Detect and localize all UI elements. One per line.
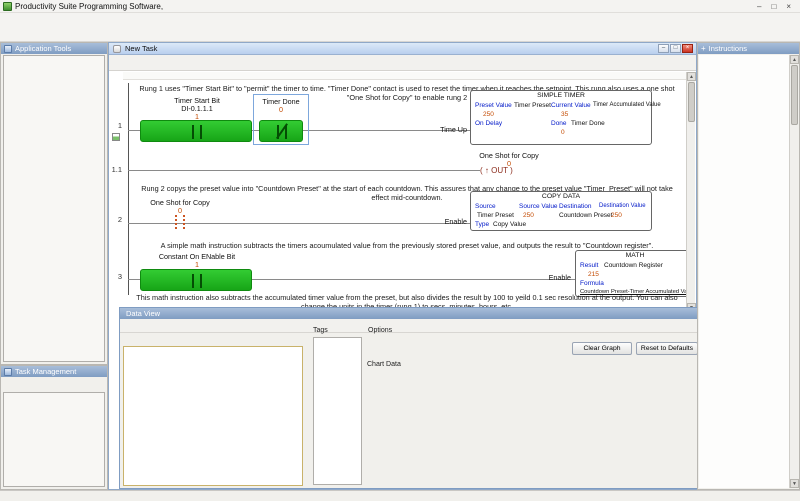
rung-1-1-wire <box>128 170 480 171</box>
instructions-header: + Instructions <box>698 43 799 54</box>
math-box[interactable]: MATH Result Countdown Register 215 Formu… <box>575 250 687 297</box>
instructions-scrollbar[interactable]: ▲ ▼ <box>789 55 799 488</box>
new-task-close-button[interactable]: × <box>682 44 693 53</box>
copy-data-box[interactable]: COPY DATA Source Source Value Destinatio… <box>470 191 652 231</box>
panel-icon <box>4 367 12 376</box>
contact-one-shot-value: 0 <box>178 206 182 215</box>
simple-timer-title: SIMPLE TIMER <box>537 92 585 99</box>
task-management-toolbar <box>1 377 107 391</box>
no-contact-timer-start-bit[interactable] <box>140 120 252 142</box>
minimize-button[interactable]: – <box>757 2 761 11</box>
new-task-titlebar: New Task – □ × <box>109 43 696 55</box>
no-contact-constant-on[interactable] <box>140 269 252 291</box>
data-view-title: Data View <box>126 309 161 318</box>
simple-timer-box[interactable]: SIMPLE TIMER Preset Value Timer Preset C… <box>470 90 661 145</box>
instructions-panel: + Instructions ▲ ▼ <box>697 42 800 490</box>
new-task-restore-button[interactable]: □ <box>670 44 681 53</box>
clear-graph-button[interactable]: Clear Graph <box>572 342 632 355</box>
enable-label: Enable <box>444 217 467 226</box>
new-task-minimize-button[interactable]: – <box>658 44 669 53</box>
time-up-label: Time Up <box>440 125 467 134</box>
nc-contact-timer-done[interactable] <box>259 120 303 142</box>
out-coil[interactable]: ( ↑ OUT ) <box>480 166 513 175</box>
task-management-panel: Task Management <box>0 365 108 490</box>
rung-2-number: 2 <box>117 215 122 224</box>
data-view-titlebar: Data View <box>120 308 697 319</box>
copy-data-title: COPY DATA <box>541 193 581 200</box>
task-tree <box>3 392 105 487</box>
data-view-panel: Data View Tags Options Clear Graph Reset… <box>119 307 698 489</box>
ladder-editor[interactable]: 1 1.1 2 3 Rung 1 uses "Timer Start Bit" … <box>109 81 687 313</box>
rung-1-number: 1 <box>117 121 122 130</box>
title-bar: Productivity Suite Programming Software,… <box>0 0 800 13</box>
left-power-rail <box>128 83 129 295</box>
instructions-title: Instructions <box>708 44 748 53</box>
tag-table <box>123 346 303 486</box>
column-ruler <box>123 72 686 80</box>
ladder-toolbar <box>109 55 696 71</box>
panel-icon <box>4 44 12 53</box>
tags-label: Tags <box>313 327 328 334</box>
close-button[interactable]: × <box>786 2 791 11</box>
options-label: Options <box>368 327 393 334</box>
trend-chart[interactable] <box>366 370 697 487</box>
contact-constant-on-value: 1 <box>195 260 199 269</box>
window-title: Productivity Suite Programming Software, <box>15 1 164 11</box>
task-management-header: Task Management <box>1 366 107 377</box>
application-tools-panel: Application Tools <box>0 42 108 365</box>
edit-cursor-icon <box>112 133 120 141</box>
application-tools-title: Application Tools <box>15 44 72 53</box>
task-management-title: Task Management <box>15 367 77 376</box>
chart-data-label: Chart Data <box>367 361 401 368</box>
tags-list <box>313 337 362 485</box>
instructions-list <box>699 55 791 488</box>
new-task-title: New Task <box>125 44 158 53</box>
application-tools-header: Application Tools <box>1 43 107 54</box>
status-bar <box>0 490 800 501</box>
app-icon <box>3 1 12 11</box>
ladder-scrollbar[interactable]: ▲ ▼ <box>686 72 696 312</box>
main-toolbar <box>0 25 800 42</box>
contact-timer-done-value: 0 <box>279 105 283 114</box>
app-window: Productivity Suite Programming Software,… <box>0 0 800 501</box>
data-view-toolbar <box>120 319 697 333</box>
reset-to-defaults-button[interactable]: Reset to Defaults <box>636 342 698 355</box>
move-icon: + <box>701 43 706 53</box>
application-tools-tree <box>3 55 105 362</box>
rung-1-1-number: 1.1 <box>111 165 122 174</box>
rung-3-number: 3 <box>117 272 122 281</box>
document-icon <box>113 44 121 53</box>
menu-bar <box>0 13 800 25</box>
no-contact-one-shot[interactable] <box>175 215 177 231</box>
maximize-button[interactable]: □ <box>771 2 776 11</box>
math-title: MATH <box>625 252 645 259</box>
enable-label: Enable <box>548 273 571 282</box>
